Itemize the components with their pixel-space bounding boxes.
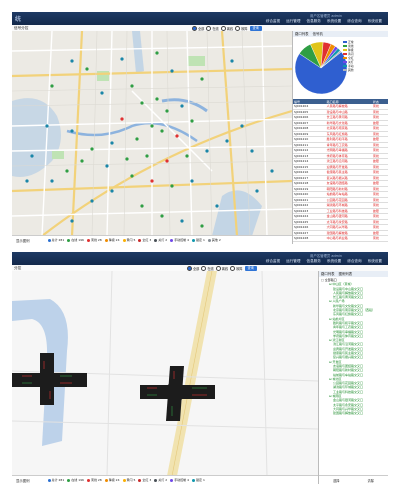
app-header: 用户名管理员 admin 综合监视 运行管理 信息服务 系统设置 综合查询 系统…: [12, 252, 388, 265]
main-tabs: 综合监视 运行管理 信息服务 系统设置 综合查询 系统设置: [263, 258, 385, 264]
show-legend-toggle[interactable]: 显示图例: [12, 478, 34, 483]
table-row[interactable]: SJ001213 学府路与体育路 离线: [293, 153, 388, 159]
table-row[interactable]: SJ001210 胜利路与和平路 故障: [293, 136, 388, 143]
tab-legend-list[interactable]: 图例列表: [339, 271, 353, 277]
status-legend: 总计 281 在线 196 离线 28 降级 24 黄闪 5 全红 3 关灯 2…: [47, 238, 221, 242]
legend-item: 降级 24: [104, 478, 120, 482]
status-pie-area: 正常 离线 降级 黄闪 全红 关灯 手动 其他: [293, 37, 388, 99]
table-row[interactable]: SJ001214 滨江路与沿河路 故障: [293, 158, 388, 165]
legend-item: 总计 281: [47, 478, 64, 482]
main-tabs: 综合监视 运行管理 信息服务 系统设置 综合查询 系统设置: [263, 18, 385, 24]
filter-radio-all[interactable]: 全部: [187, 265, 199, 271]
tab-intersection-list[interactable]: 路口列表: [321, 271, 335, 277]
pie-legend-item: 其他: [343, 68, 354, 72]
legend-item: 总计 281: [47, 238, 64, 242]
query-button[interactable]: 查询: [244, 265, 257, 271]
table-row[interactable]: SJ001220 站前路与车站路 离线: [293, 191, 388, 198]
table-row[interactable]: SJ001212 光明路与幸福路 离线: [293, 147, 388, 154]
legend-item: 锁定 1: [192, 478, 205, 482]
tab-0[interactable]: 综合监视: [263, 18, 283, 24]
table-row[interactable]: SJ001215 迎宾路与开发路 离线: [293, 164, 388, 170]
pie-legend: 正常 离线 降级 黄闪 全红 关灯 手动 其他: [343, 40, 354, 72]
legend-item: 降级 24: [104, 238, 120, 242]
table-row[interactable]: SJ001222 湖滨路与环城路 离线: [293, 202, 388, 209]
tab-3[interactable]: 系统设置: [324, 18, 344, 24]
tab-1[interactable]: 运行管理: [283, 18, 303, 24]
legend-item: 锁定 1: [192, 238, 205, 242]
tab-1[interactable]: 运行管理: [283, 258, 303, 264]
table-row[interactable]: SJ001226 大同路与兴华路 离线: [293, 224, 388, 231]
legend-item: 离线 28: [86, 478, 102, 482]
legend-item: 关灯 2: [154, 478, 167, 482]
table-row[interactable]: SJ001218 友谊路与团结路 故障: [293, 180, 388, 187]
tab-3[interactable]: 系统设置: [324, 258, 344, 264]
tree-side-panel: 路口列表 图例列表 □ 全部路口 ⊟ 中山区（東城） 建设路与中山路交叉口 人民路与解…: [318, 271, 388, 484]
app-header: 统 用户名管理员 admin 综合监视 运行管理 信息服务 系统设置 综合查询 …: [12, 12, 388, 25]
table-row[interactable]: SJ001205 建设路与中山路 离线: [293, 109, 388, 115]
legend-item: 关灯 2: [154, 238, 167, 242]
table-row[interactable]: SJ001208 北京路与南京路 离线: [293, 125, 388, 132]
filter-radio-fault[interactable]: 故障: [230, 265, 243, 271]
table-row[interactable]: SJ001221 公园路与花园路 离线: [293, 197, 388, 203]
show-legend-toggle[interactable]: 显示图例: [12, 238, 34, 243]
filter-radio-fault[interactable]: 故障: [235, 25, 248, 31]
legend-item: 黄闪 5: [122, 478, 135, 482]
city-map[interactable]: [12, 31, 292, 236]
tab-4[interactable]: 综合查询: [344, 258, 364, 264]
legend-item: 离线 28: [86, 238, 102, 242]
tab-2[interactable]: 信息服务: [304, 258, 324, 264]
tab-0[interactable]: 综合监视: [263, 258, 283, 264]
intersection-table: 编号 路口名称 状态 SJ001204 人民路与解放路 离线 SJ001205 建设路与…: [293, 99, 388, 242]
tab-5[interactable]: 系统设置: [365, 18, 385, 24]
query-button[interactable]: 查询: [249, 25, 262, 31]
monitor-panel-detail: 用户名管理员 admin 综合监视 运行管理 信息服务 系统设置 综合查询 系统…: [12, 252, 388, 484]
tree-footer: 选择 清除: [319, 475, 388, 484]
intersection-tree[interactable]: □ 全部路口 ⊟ 中山区（東城） 建设路与中山路交叉口 人民路与解放路交叉口 长江路与黄…: [319, 277, 388, 417]
table-row[interactable]: SJ001216 健康路与民主路 离线: [293, 169, 388, 176]
legend-item: 黄闪 5: [122, 238, 135, 242]
cell-status: 离线: [371, 235, 388, 242]
status-side-panel: 路口列表 信号机 正常 离线 降级 黄闪 全红 关灯 手动 其他 编号 路口名称 状态 SJ0…: [292, 31, 388, 244]
table-row[interactable]: SJ001217 复兴路与振兴路 离线: [293, 175, 388, 181]
table-row[interactable]: SJ001209 东风路与红旗路 离线: [293, 131, 388, 137]
legend-item: 其他 2: [207, 238, 221, 242]
tree-leaf[interactable]: 建国路与解放路交叉口: [321, 411, 386, 415]
legend-item: 全红 3: [138, 238, 151, 242]
tab-4[interactable]: 综合查询: [344, 18, 364, 24]
table-row[interactable]: SJ001219 朝阳路与新村路 离线: [293, 186, 388, 192]
legend-item: 全红 3: [138, 478, 151, 482]
table-row[interactable]: SJ001225 太平路与永安路 离线: [293, 219, 388, 225]
map-status-bar: 显示图例 总计 281 在线 196 离线 28 降级 24 黄闪 5 全红 3…: [12, 475, 318, 484]
clear-button[interactable]: 清除: [368, 478, 374, 483]
filter-radio-all[interactable]: 全部: [192, 25, 204, 31]
legend-item: 手动控制 4: [170, 478, 189, 482]
table-row[interactable]: SJ001207 新华路与文化路 故障: [293, 120, 388, 126]
map-status-bar: 显示图例 总计 281 在线 196 离线 28 降级 24 黄闪 5 全红 3…: [12, 235, 292, 244]
filter-radio-online[interactable]: 在线: [201, 265, 214, 271]
table-row[interactable]: SJ001227 建国路与解放路 故障: [293, 230, 388, 236]
legend-item: 在线 196: [67, 238, 84, 242]
status-legend: 总计 281 在线 196 离线 28 降级 24 黄闪 5 全红 3 关灯 2…: [47, 478, 205, 482]
select-button[interactable]: 选择: [333, 478, 339, 483]
tab-5[interactable]: 系统设置: [365, 258, 385, 264]
table-row[interactable]: SJ001206 长江路与黄河路 离线: [293, 114, 388, 121]
legend-item: 手动控制 4: [170, 238, 189, 242]
tab-2[interactable]: 信息服务: [304, 18, 324, 24]
table-row[interactable]: SJ001224 金山路与银河路 离线: [293, 213, 388, 220]
intersection-map[interactable]: [12, 271, 318, 476]
app-title: 统: [15, 16, 22, 23]
monitor-panel-overview: 统 用户名管理员 admin 综合监视 运行管理 信息服务 系统设置 综合查询 …: [12, 12, 388, 244]
cell-name: 中心路与商业路: [325, 235, 372, 242]
filter-radio-online[interactable]: 在线: [206, 25, 219, 31]
legend-item: 在线 196: [67, 478, 84, 482]
table-row[interactable]: SJ001228 中心路与商业路 离线: [293, 235, 388, 242]
cell-id: SJ001228: [293, 235, 326, 242]
filter-radio-offline[interactable]: 离线: [215, 265, 228, 271]
table-row[interactable]: SJ001223 工业路与科技路 故障: [293, 208, 388, 214]
filter-radio-offline[interactable]: 离线: [220, 25, 233, 31]
table-row[interactable]: SJ001211 青年路与工农路 离线: [293, 142, 388, 148]
